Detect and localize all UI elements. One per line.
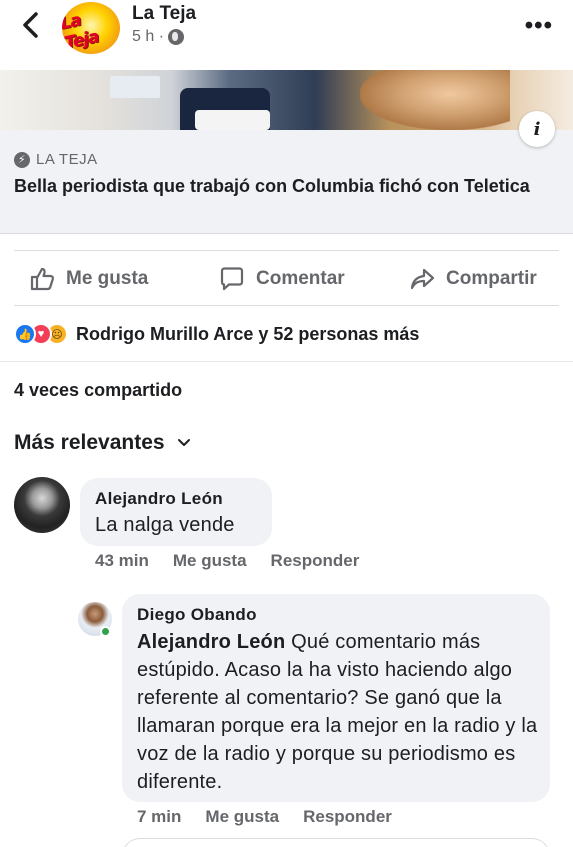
shares-count[interactable]: 4 veces compartido: [14, 380, 182, 401]
more-options-button[interactable]: •••: [525, 12, 553, 40]
comment-reply-button[interactable]: Responder: [271, 551, 360, 571]
comment-text: La nalga vende: [95, 514, 235, 536]
comment-reply-button[interactable]: Responder: [303, 807, 392, 827]
thumbs-up-icon: [30, 267, 55, 291]
like-label: Me gusta: [66, 268, 149, 289]
comment-like-button[interactable]: Me gusta: [205, 807, 279, 827]
reactions-summary[interactable]: 👍 ♥ ☹ Rodrigo Murillo Arce y 52 personas…: [14, 318, 419, 350]
comment-time: 43 min: [95, 551, 149, 570]
studio-sign: [110, 76, 160, 98]
link-preview-box[interactable]: ⚡ LA TEJA Bella periodista que trabajó c…: [0, 130, 573, 234]
microphone-label: [195, 110, 270, 130]
comment-button[interactable]: Comentar: [218, 265, 345, 293]
share-button[interactable]: Compartir: [408, 265, 537, 293]
avatar[interactable]: [14, 477, 70, 533]
comment-label: Comentar: [256, 268, 345, 289]
comment-text: Alejandro León Qué comentario más estúpi…: [137, 628, 542, 796]
online-status-icon: [100, 626, 111, 637]
divider: [0, 361, 573, 362]
comment-like-button[interactable]: Me gusta: [173, 551, 247, 571]
link-source: ⚡ LA TEJA: [14, 151, 98, 168]
page-name[interactable]: La Teja: [132, 3, 196, 25]
like-icon: 👍: [14, 323, 36, 345]
comment-meta: 7 min Me gusta Responder: [137, 807, 392, 827]
reply-body: Qué comentario más estúpido. Acaso la ha…: [137, 631, 538, 793]
post-actions-bar: Me gusta Comentar Compartir: [14, 250, 559, 306]
link-source-text: LA TEJA: [36, 151, 98, 168]
bolt-icon: ⚡: [14, 151, 30, 168]
comment-meta: 43 min Me gusta Responder: [95, 551, 359, 571]
chevron-left-icon: [23, 12, 38, 38]
sort-label: Más relevantes: [14, 431, 165, 454]
person-photo: [360, 70, 510, 130]
info-button[interactable]: i: [519, 111, 555, 147]
post-time-text: 5 h ·: [132, 28, 165, 45]
page-avatar[interactable]: La Teja: [62, 2, 120, 54]
post-header: La Teja La Teja 5 h · •••: [0, 0, 573, 70]
reply-bubble: Diego Obando Alejandro León Qué comentar…: [122, 594, 550, 802]
reactions-text: Rodrigo Murillo Arce y 52 personas más: [76, 323, 420, 344]
like-button[interactable]: Me gusta: [28, 265, 148, 293]
back-button[interactable]: [18, 10, 46, 40]
link-preview-image[interactable]: [0, 70, 573, 130]
logo-text: La Teja: [62, 10, 101, 54]
post-timestamp: 5 h ·: [132, 28, 185, 46]
share-icon: [410, 268, 435, 290]
globe-icon: [168, 29, 185, 45]
link-title: Bella periodista que trabajó con Columbi…: [14, 176, 530, 196]
comment-icon: [220, 267, 244, 291]
comment-sort-dropdown[interactable]: Más relevantes: [14, 431, 191, 455]
comment-time: 7 min: [137, 807, 182, 826]
chevron-down-icon: [177, 439, 190, 446]
mention-link[interactable]: Alejandro León: [137, 631, 285, 653]
comment-author[interactable]: Alejandro León: [95, 489, 223, 509]
share-label: Compartir: [446, 268, 537, 289]
next-comment-bubble: [122, 838, 550, 847]
comment-bubble: Alejandro León La nalga vende: [80, 478, 272, 546]
comment-author[interactable]: Diego Obando: [137, 605, 257, 625]
